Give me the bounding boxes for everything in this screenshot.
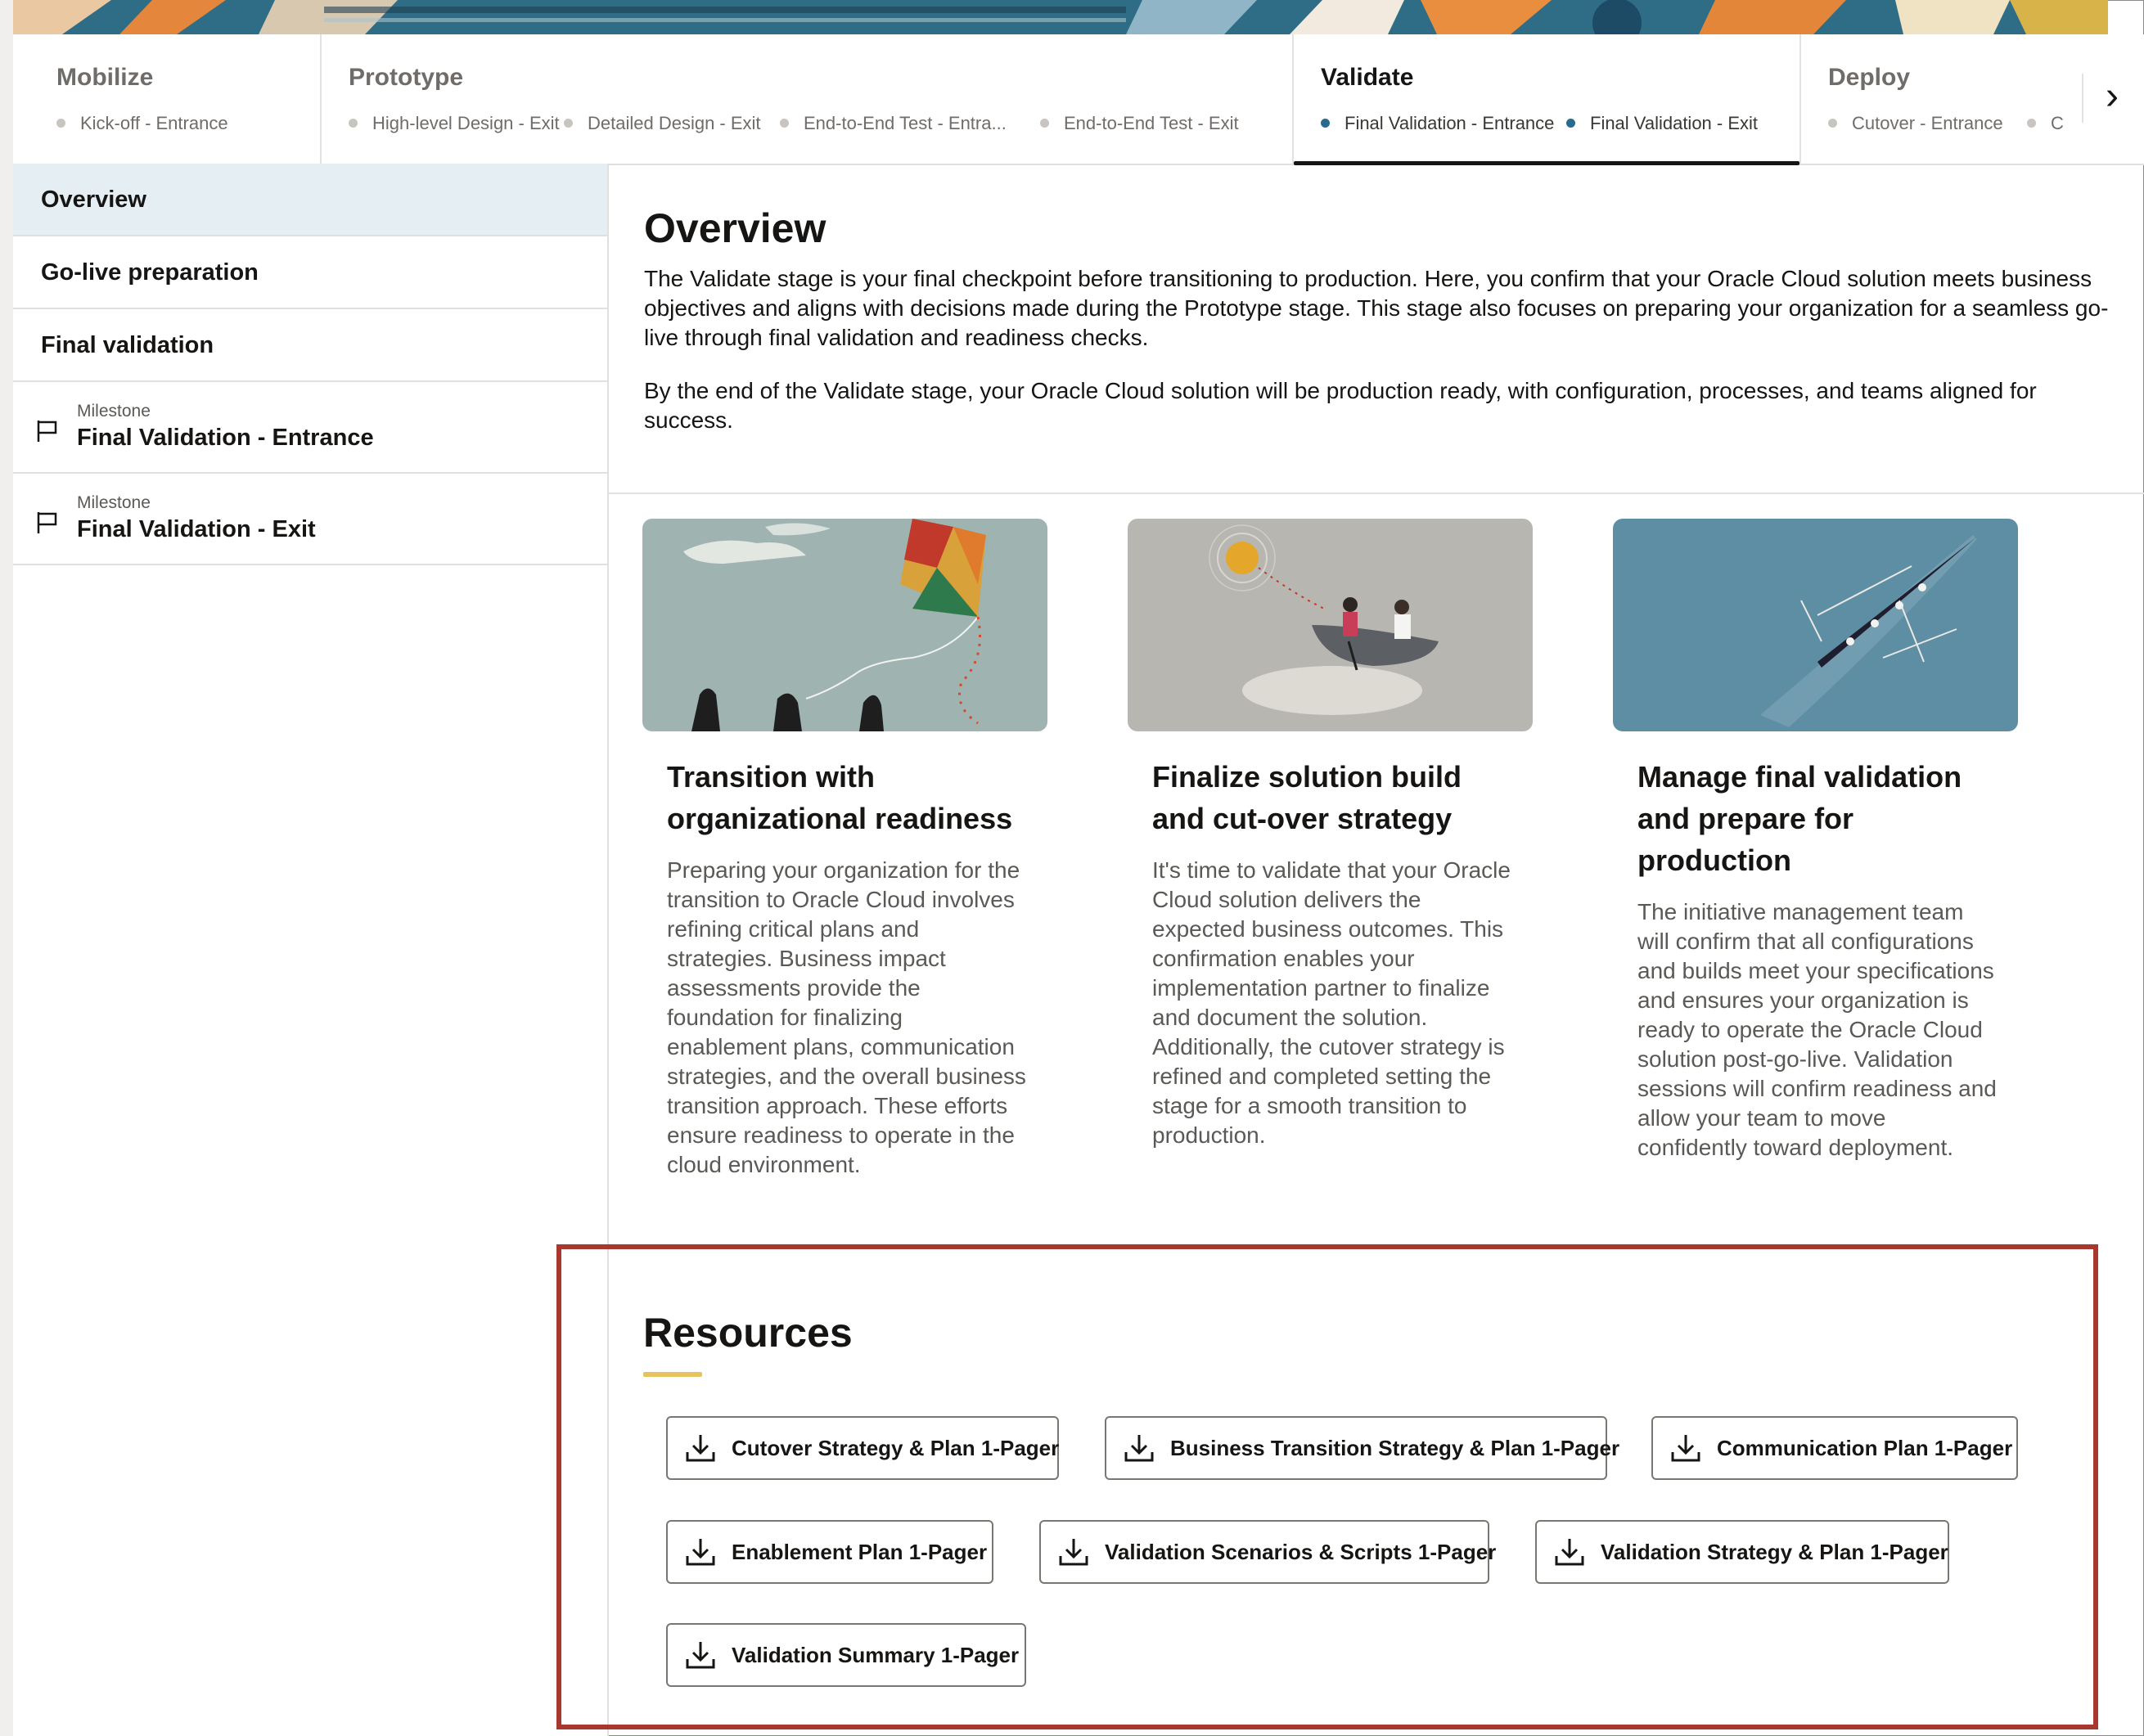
stage-milestone[interactable]: Kick-off - Entrance <box>56 113 228 134</box>
stage-title: Deploy <box>1828 64 1911 91</box>
status-dot-icon <box>780 119 789 128</box>
sidebar-item-final-validation[interactable]: Final validation <box>13 309 607 382</box>
overview-paragraph: By the end of the Validate stage, your O… <box>644 378 2037 433</box>
button-label: Communication Plan 1-Pager <box>1717 1436 2013 1460</box>
card-title: Transition with organizational readiness <box>667 760 1013 835</box>
status-dot-icon <box>1040 119 1049 128</box>
download-icon <box>686 1435 715 1462</box>
button-label: Enablement Plan 1-Pager <box>732 1540 988 1564</box>
card-organizational-readiness: Transition with organizational readiness… <box>642 519 1047 1180</box>
download-icon <box>686 1642 715 1669</box>
stage-milestone[interactable]: Final Validation - Exit <box>1566 113 1758 134</box>
card-title: Finalize solution build and cut-over str… <box>1152 760 1462 835</box>
button-label: Business Transition Strategy & Plan 1-Pa… <box>1170 1436 1620 1460</box>
stage-prototype[interactable]: Prototype High-level Design - Exit Detai… <box>320 34 1299 164</box>
stage-validate[interactable]: Validate Final Validation - Entrance Fin… <box>1292 34 1799 165</box>
status-dot-icon <box>564 119 573 128</box>
stage-deploy[interactable]: Deploy Cutover - Entrance C <box>1799 34 2074 164</box>
download-icon <box>1555 1539 1584 1566</box>
stage-milestone[interactable]: End-to-End Test - Entra... <box>780 113 1007 134</box>
card-solution-build: Finalize solution build and cut-over str… <box>1128 519 1533 1150</box>
button-label: Validation Summary 1-Pager <box>732 1643 1020 1667</box>
sidebar-item-go-live-preparation[interactable]: Go-live preparation <box>13 236 607 309</box>
download-validation-summary-button[interactable]: Validation Summary 1-Pager <box>666 1623 1026 1687</box>
stage-title: Prototype <box>349 64 464 91</box>
milestone-label: Final Validation - Exit <box>77 516 316 542</box>
left-gutter <box>0 0 14 1736</box>
download-icon <box>1671 1435 1700 1462</box>
sidebar: Overview Go-live preparation Final valid… <box>13 164 609 1736</box>
button-label: Cutover Strategy & Plan 1-Pager <box>732 1436 1060 1460</box>
milestone-kicker: Milestone <box>77 493 151 512</box>
download-icon <box>1124 1435 1154 1462</box>
card-text: The initiative management team will conf… <box>1637 899 1997 1160</box>
stage-milestone[interactable]: Final Validation - Entrance <box>1321 113 1554 134</box>
flag-icon <box>37 512 57 533</box>
canoe-illustration-image <box>1128 519 1533 731</box>
stage-milestone[interactable]: Detailed Design - Exit <box>564 113 761 134</box>
flag-icon <box>37 421 57 442</box>
kite-illustration-image <box>642 519 1047 731</box>
status-dot-icon <box>56 119 65 128</box>
card-text: Preparing your organization for the tran… <box>667 857 1026 1177</box>
title-underline <box>643 1372 702 1377</box>
sidebar-item-label: Go-live preparation <box>41 259 259 286</box>
status-dot-icon <box>1321 119 1330 128</box>
rowing-illustration-image <box>1613 519 2018 731</box>
card-title: Manage final validation and prepare for … <box>1637 760 1962 877</box>
stage-milestone[interactable]: C <box>2027 113 2064 134</box>
button-label: Validation Strategy & Plan 1-Pager <box>1601 1540 1948 1564</box>
card-final-validation: Manage final validation and prepare for … <box>1613 519 2018 1163</box>
sidebar-milestone-exit[interactable]: Milestone Final Validation - Exit <box>13 474 607 565</box>
stage-title: Mobilize <box>56 64 154 91</box>
stage-milestone[interactable]: Cutover - Entrance <box>1828 113 2003 134</box>
sidebar-item-label: Final validation <box>41 332 214 358</box>
chevron-right-icon[interactable]: › <box>2082 74 2141 123</box>
header-banner-image <box>13 0 2108 35</box>
overview-paragraph: The Validate stage is your final checkpo… <box>644 266 2109 350</box>
stage-mobilize[interactable]: Mobilize Kick-off - Entrance <box>29 34 304 164</box>
milestone-label: Final Validation - Entrance <box>77 425 374 451</box>
status-dot-icon <box>349 119 358 128</box>
divider <box>609 492 2144 494</box>
status-dot-icon <box>1566 119 1575 128</box>
sidebar-item-label: Overview <box>41 187 146 213</box>
download-icon <box>686 1539 715 1566</box>
resources-title: Resources <box>643 1310 853 1356</box>
stage-navigation: Mobilize Kick-off - Entrance Prototype H… <box>13 34 2144 165</box>
download-icon <box>1059 1539 1088 1566</box>
button-label: Validation Scenarios & Scripts 1-Pager <box>1105 1540 1497 1564</box>
sidebar-item-overview[interactable]: Overview <box>13 164 607 236</box>
download-enablement-plan-button[interactable]: Enablement Plan 1-Pager <box>666 1520 993 1584</box>
status-dot-icon <box>1828 119 1837 128</box>
stage-milestone[interactable]: High-level Design - Exit <box>349 113 560 134</box>
download-business-transition-button[interactable]: Business Transition Strategy & Plan 1-Pa… <box>1105 1416 1619 1480</box>
download-cutover-strategy-button[interactable]: Cutover Strategy & Plan 1-Pager <box>666 1416 1059 1480</box>
milestone-kicker: Milestone <box>77 402 151 421</box>
download-validation-scenarios-button[interactable]: Validation Scenarios & Scripts 1-Pager <box>1039 1520 1496 1584</box>
status-dot-icon <box>2027 119 2036 128</box>
download-communication-plan-button[interactable]: Communication Plan 1-Pager <box>1651 1416 2018 1480</box>
page-title: Overview <box>644 205 827 251</box>
sidebar-milestone-entrance[interactable]: Milestone Final Validation - Entrance <box>13 382 607 474</box>
card-text: It's time to validate that your Oracle C… <box>1152 857 1511 1148</box>
download-validation-strategy-button[interactable]: Validation Strategy & Plan 1-Pager <box>1535 1520 1949 1584</box>
stage-milestone[interactable]: End-to-End Test - Exit <box>1040 113 1239 134</box>
stage-title: Validate <box>1321 64 1414 91</box>
